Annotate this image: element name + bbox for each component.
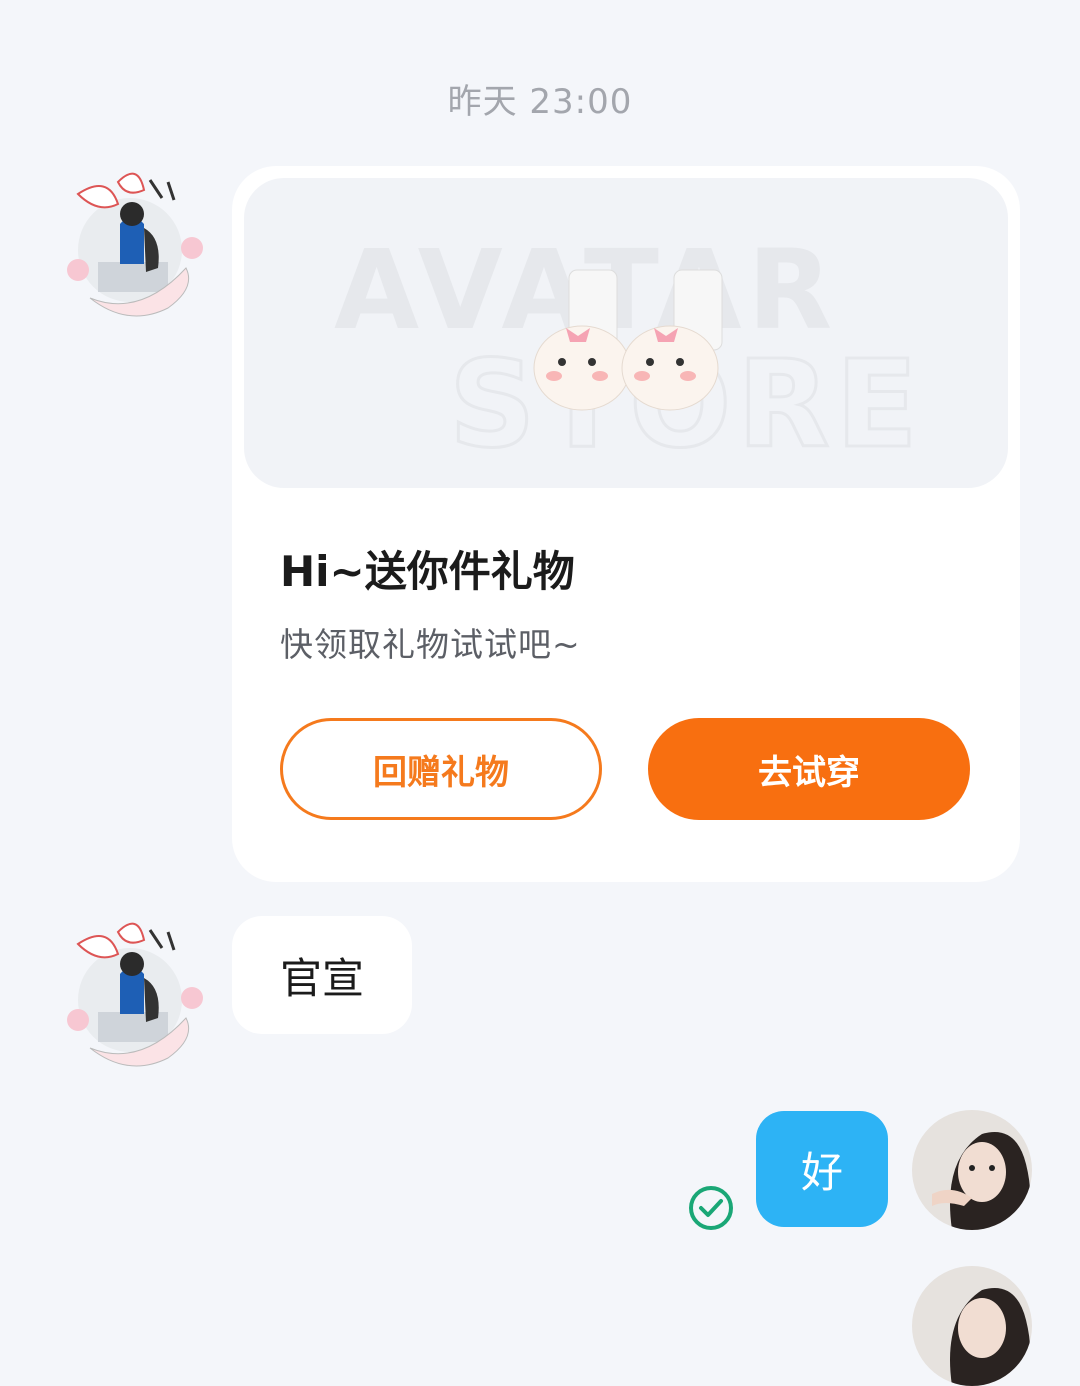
check-circle-icon [689, 1186, 733, 1230]
gift-card[interactable]: AVATAR STORE Hi~送你件礼物 快领取礼物试试吧~ 回赠礼物 去试穿 [232, 166, 1020, 882]
sender-avatar[interactable] [60, 162, 210, 322]
my-avatar[interactable] [912, 1110, 1032, 1230]
sender-avatar[interactable] [60, 912, 210, 1072]
incoming-message-bubble[interactable]: 官宣 [232, 916, 412, 1034]
gift-card-title: Hi~送你件礼物 [280, 547, 575, 596]
return-gift-button[interactable]: 回赠礼物 [280, 718, 602, 820]
gift-card-subtitle: 快领取礼物试试吧~ [280, 625, 581, 664]
chat-timestamp: 昨天 23:00 [447, 82, 633, 122]
gift-banner: AVATAR STORE [244, 178, 1008, 488]
outgoing-message-bubble[interactable]: 好 [756, 1111, 888, 1227]
my-avatar[interactable] [912, 1266, 1032, 1386]
try-on-button[interactable]: 去试穿 [648, 718, 970, 820]
